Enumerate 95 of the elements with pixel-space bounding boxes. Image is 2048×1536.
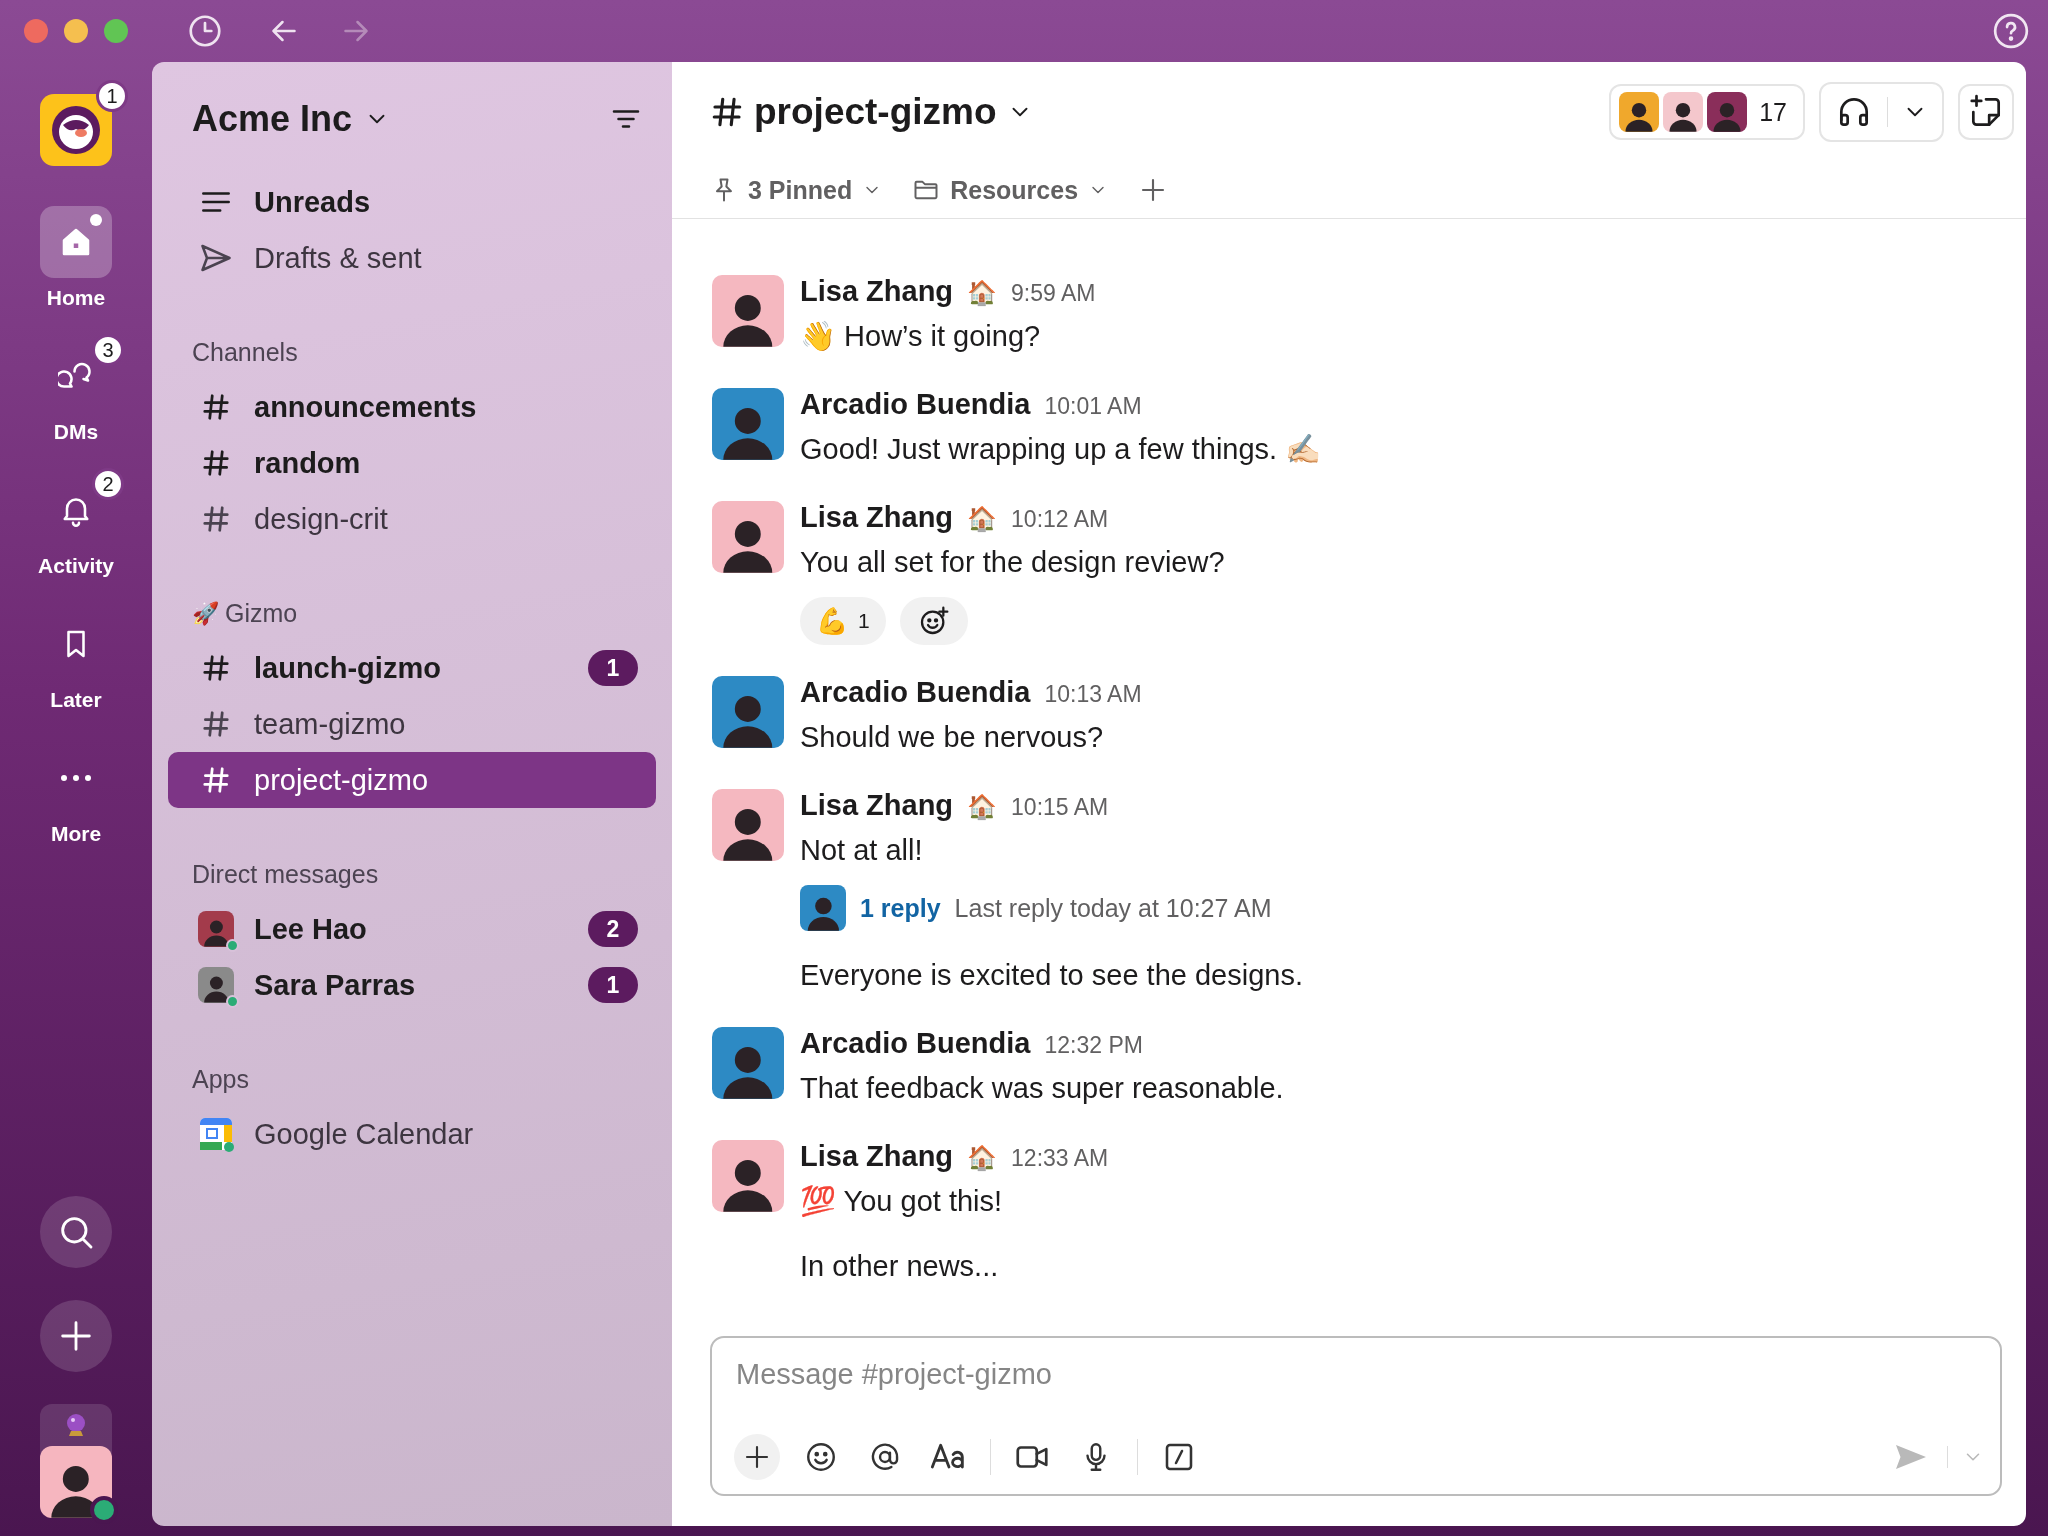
sidebar-item[interactable]: Google Calendar [168,1106,656,1162]
status-emoji: 🏠 [967,1144,998,1172]
clock-icon [186,12,224,50]
message-text: Not at all! [800,833,924,868]
channel-bookmark-tab[interactable]: Resources [912,175,1109,205]
new-canvas-button[interactable] [1958,84,2014,140]
message-text: Should we be nervous? [800,720,1105,755]
history-button[interactable] [186,12,224,50]
minimize-window-button[interactable] [64,19,88,43]
help-icon [1992,12,2030,50]
online-status-dot [226,995,239,1008]
add-reaction-button[interactable] [899,597,968,645]
rocket-emoji: 🚀 [192,600,219,627]
message-text: Everyone is excited to see the designs. [800,958,1304,993]
sidebar-item[interactable]: random [168,435,656,491]
sidebar-item[interactable]: Lee Hao 2 [168,901,656,957]
message-text: That feedback was super reasonable. [800,1071,1285,1106]
timestamp[interactable]: 12:33 AM [1011,1145,1109,1172]
status-emoji: 🏠 [967,793,998,821]
rail-nav-item[interactable]: More [26,734,126,846]
hash-icon [201,448,231,478]
message-text: In other news... [800,1249,1000,1284]
section-header[interactable]: Direct messages [192,860,379,889]
channel-title[interactable]: project-gizmo [710,91,1033,133]
user-avatar[interactable] [712,789,784,861]
user-avatar[interactable] [712,676,784,748]
online-status-dot [226,939,239,952]
section-header[interactable]: Apps [192,1065,249,1094]
hash-icon [201,709,231,739]
members-button[interactable]: 17 [1609,84,1805,140]
user-avatar[interactable] [712,1027,784,1099]
workspace-menu[interactable]: Acme Inc [192,98,391,140]
hash-icon [201,392,231,422]
rail-nav-item[interactable]: Home [26,198,126,310]
author-name[interactable]: Arcadio Buendia [800,388,1031,421]
rail-nav-item[interactable]: 3 DMs [26,332,126,444]
rail-nav-item[interactable]: 2 Activity [24,466,128,578]
huddle-button[interactable] [1819,82,1944,142]
message-text: You all set for the design review? [800,545,1226,580]
section-header[interactable]: Channels [192,338,298,367]
unread-count-badge: 1 [588,967,638,1003]
sloth-logo-icon [49,103,103,157]
author-name[interactable]: Lisa Zhang [800,501,954,534]
unread-count-badge: 1 [588,650,638,686]
timestamp[interactable]: 10:12 AM [1011,506,1109,533]
status-emoji: 🏠 [967,505,998,533]
unread-count-badge: 2 [588,911,638,947]
sidebar-item[interactable]: Sara Parras 1 [168,957,656,1013]
status-emoji: 🏠 [967,279,998,307]
timestamp[interactable]: 12:32 PM [1044,1032,1143,1059]
message-text: Good! Just wrapping up a few things. ✍🏻 [800,432,1323,467]
hash-icon [201,504,231,534]
hash-icon [710,95,744,129]
notification-badge: 2 [92,468,124,500]
last-reply-text: Last reply today at 10:27 AM [954,893,1272,923]
author-name[interactable]: Lisa Zhang [800,1140,954,1173]
sidebar-item[interactable]: launch-gizmo 1 [168,640,656,696]
sidebar-item[interactable]: design-crit [168,491,656,547]
calendar-app-icon [198,1116,234,1152]
help-button[interactable] [1992,12,2030,50]
notification-badge: 1 [96,80,128,112]
rail-nav-item[interactable]: Later [26,600,126,712]
message-composer[interactable]: Message #project-gizmo [710,1336,2002,1496]
timestamp[interactable]: 10:13 AM [1044,681,1142,708]
author-name[interactable]: Arcadio Buendia [800,676,1031,709]
timestamp[interactable]: 9:59 AM [1011,280,1096,307]
thread-replies-link[interactable]: 1 reply [860,893,941,923]
user-avatar[interactable] [712,388,784,460]
hash-icon [201,653,231,683]
smiley-icon [804,1440,838,1474]
more-icon [59,774,93,782]
section-header[interactable]: Gizmo [225,599,298,628]
timestamp[interactable]: 10:01 AM [1044,393,1142,420]
user-avatar[interactable] [712,1140,784,1212]
author-name[interactable]: Lisa Zhang [800,789,954,822]
zoom-window-button[interactable] [104,19,128,43]
author-name[interactable]: Arcadio Buendia [800,1027,1031,1060]
attach-button[interactable] [734,1434,780,1480]
sidebar-item[interactable]: project-gizmo [168,752,656,808]
reaction-chip[interactable]: 💪 1 [800,597,886,645]
author-name[interactable]: Lisa Zhang [800,275,954,308]
message-input[interactable]: Message #project-gizmo [712,1338,2000,1391]
notification-badge: 3 [92,334,124,366]
sidebar-item[interactable]: Drafts & sent [168,230,656,286]
user-avatar[interactable] [712,501,784,573]
timestamp[interactable]: 10:15 AM [1011,794,1109,821]
channel-bookmark-tab[interactable]: 3 Pinned [710,175,883,205]
sidebar-item[interactable]: Unreads [168,174,656,230]
message-text: 💯 You got this! [800,1184,1004,1219]
unread-dot [90,214,102,226]
message-text: 👋 How’s it going? [800,319,1042,354]
hash-icon [201,765,231,795]
sidebar-item[interactable]: announcements [168,379,656,435]
user-avatar[interactable] [712,275,784,347]
sidebar-item[interactable]: team-gizmo [168,696,656,752]
